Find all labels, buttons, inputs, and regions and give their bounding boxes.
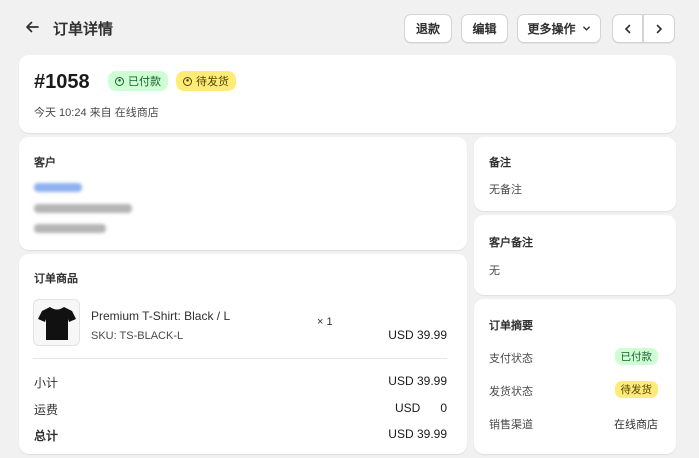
customer-phone-redacted: [34, 224, 106, 233]
payment-status-pill: 已付款: [614, 348, 658, 365]
top-bar: 订单详情 退款 编辑 更多操作: [0, 0, 699, 56]
customer-notes-card: 客户备注 无: [474, 215, 676, 295]
shipping-status-label: 发货状态: [489, 386, 533, 398]
back-button[interactable]: [22, 17, 42, 37]
fulfillment-status-badge: ● 待发货: [176, 71, 236, 91]
payment-status-label: 支付状态: [489, 353, 533, 365]
status-dot-icon: ●: [183, 76, 192, 86]
product-sku: SKU: TS-BLACK-L: [91, 330, 184, 342]
order-items-card: 订单商品 Premium T-Shirt: Black / L SKU: TS-…: [19, 254, 467, 454]
product-thumbnail[interactable]: [33, 299, 80, 346]
divider: [33, 358, 447, 359]
tshirt-icon: [37, 306, 76, 340]
previous-order-button[interactable]: [612, 14, 643, 43]
subtotal-value: USD 39.99: [388, 374, 447, 388]
sales-channel-label: 销售渠道: [489, 419, 533, 431]
subtotal-label: 小计: [34, 376, 59, 390]
payment-status-badge: ● 已付款: [108, 71, 168, 91]
order-summary-title: 订单摘要: [489, 320, 533, 332]
product-quantity: × 1: [317, 316, 333, 328]
more-actions-button[interactable]: 更多操作: [517, 14, 601, 43]
status-dot-icon: ●: [115, 76, 124, 86]
order-number: #1058: [34, 71, 90, 93]
shipping-value: USD 0: [394, 401, 447, 415]
order-summary-card: 订单摘要 支付状态 已付款 发货状态 待发货 销售渠道 在线商店: [474, 299, 676, 454]
sales-channel-value: 在线商店: [614, 419, 658, 431]
order-meta: 今天 10:24 来自 在线商店: [34, 107, 159, 119]
customer-email-redacted[interactable]: [34, 204, 132, 213]
edit-button[interactable]: 编辑: [461, 14, 508, 43]
payment-status-text: 已付款: [128, 76, 161, 88]
more-actions-label: 更多操作: [527, 22, 576, 36]
product-price: USD 39.99: [388, 328, 447, 342]
items-title: 订单商品: [34, 273, 78, 285]
notes-title: 备注: [489, 157, 511, 169]
customer-title: 客户: [34, 157, 56, 169]
notes-card: 备注 无备注: [474, 137, 676, 211]
fulfillment-status-text: 待发货: [196, 76, 229, 88]
page-title: 订单详情: [53, 21, 114, 38]
customer-notes-value: 无: [489, 265, 500, 277]
chevron-left-icon: [624, 24, 630, 33]
next-order-button[interactable]: [643, 14, 675, 43]
chevron-down-icon: [582, 26, 590, 31]
shipping-label: 运费: [34, 403, 59, 417]
back-arrow-icon: [26, 21, 39, 33]
notes-value: 无备注: [489, 184, 522, 196]
order-header-card: #1058 今天 10:24 来自 在线商店: [19, 55, 676, 133]
total-value: USD 39.99: [388, 427, 447, 441]
customer-card: 客户: [19, 137, 467, 250]
product-name[interactable]: Premium T-Shirt: Black / L: [91, 309, 230, 323]
customer-notes-title: 客户备注: [489, 237, 533, 249]
refund-button[interactable]: 退款: [404, 14, 452, 43]
customer-name-redacted[interactable]: [34, 183, 82, 192]
shipping-status-pill: 待发货: [614, 381, 658, 398]
total-label: 总计: [34, 429, 59, 443]
chevron-right-icon: [656, 24, 663, 33]
